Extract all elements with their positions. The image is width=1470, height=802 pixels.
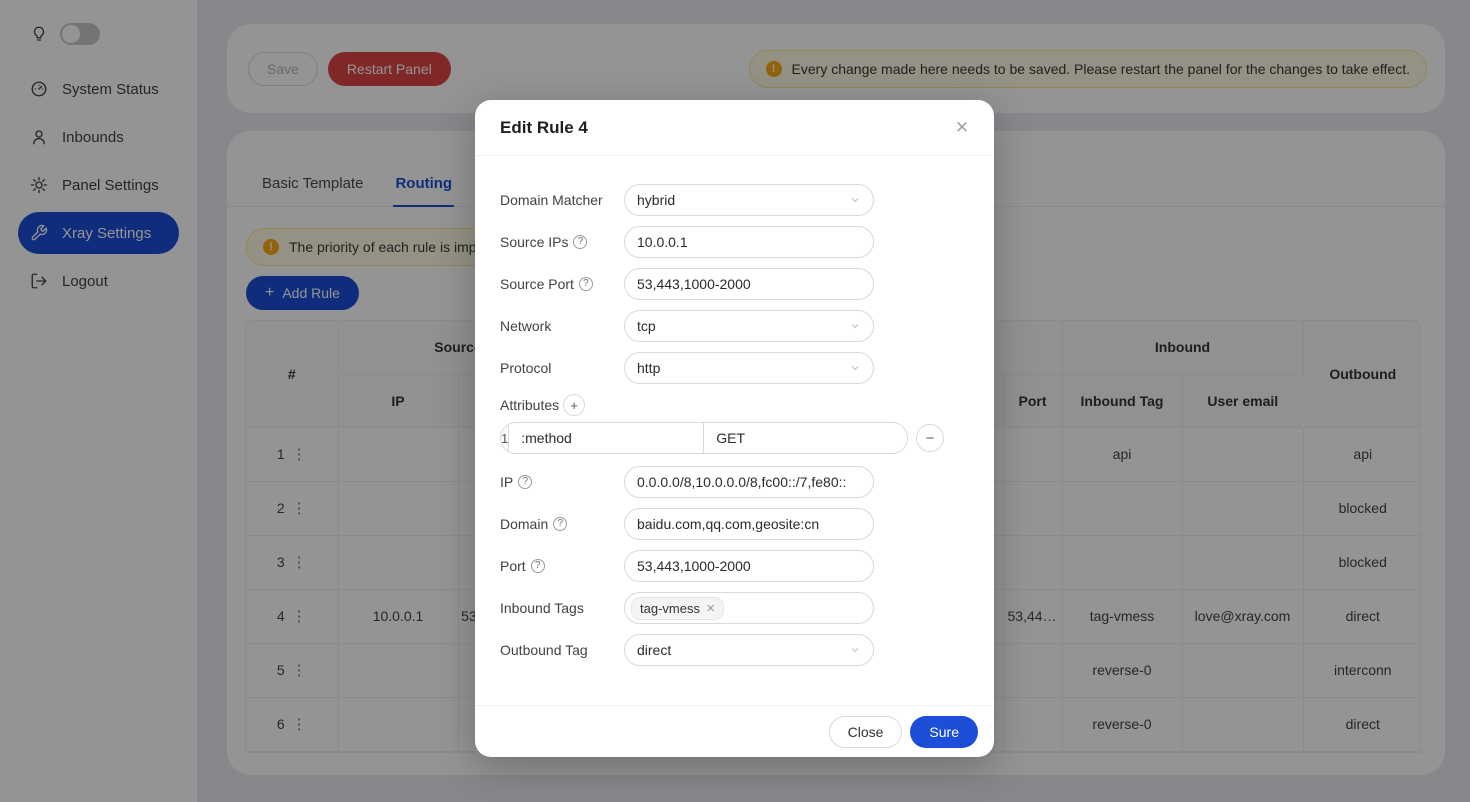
remove-tag-icon[interactable]: ✕: [706, 602, 715, 615]
attribute-group: 1: [500, 422, 908, 454]
protocol-select[interactable]: http: [624, 352, 874, 384]
ip-input[interactable]: [624, 466, 874, 498]
modal-footer: Close Sure: [475, 705, 994, 757]
modal-title: Edit Rule 4: [500, 118, 588, 138]
chevron-down-icon: [849, 194, 861, 206]
field-label-ip: IP?: [500, 474, 624, 490]
chevron-down-icon: [849, 644, 861, 656]
field-label-attributes: Attributes: [500, 397, 559, 413]
field-label-source-port: Source Port?: [500, 276, 624, 292]
help-icon[interactable]: ?: [553, 517, 567, 531]
attribute-row: 1 −: [500, 422, 969, 454]
chevron-down-icon: [849, 362, 861, 374]
domain-input[interactable]: [624, 508, 874, 540]
field-label-source-ips: Source IPs?: [500, 234, 624, 250]
tag-chip: tag-vmess ✕: [631, 597, 724, 620]
close-button[interactable]: Close: [829, 716, 903, 748]
source-port-input[interactable]: [624, 268, 874, 300]
field-label-outbound-tag: Outbound Tag: [500, 642, 624, 658]
modal-body: Domain Matcher hybrid Source IPs? Source…: [475, 156, 994, 705]
modal-header: Edit Rule 4 ✕: [475, 100, 994, 156]
field-label-domain-matcher: Domain Matcher: [500, 192, 624, 208]
port-input[interactable]: [624, 550, 874, 582]
help-icon[interactable]: ?: [531, 559, 545, 573]
field-label-domain: Domain?: [500, 516, 624, 532]
domain-matcher-select[interactable]: hybrid: [624, 184, 874, 216]
attribute-value-input[interactable]: [704, 423, 908, 453]
inbound-tags-input[interactable]: tag-vmess ✕: [624, 592, 874, 624]
outbound-tag-select[interactable]: direct: [624, 634, 874, 666]
close-icon[interactable]: ✕: [950, 118, 974, 138]
attribute-index: 1: [501, 423, 509, 453]
remove-attribute-button[interactable]: −: [916, 424, 944, 452]
sure-button[interactable]: Sure: [910, 716, 978, 748]
edit-rule-modal: Edit Rule 4 ✕ Domain Matcher hybrid Sour…: [475, 100, 994, 757]
chevron-down-icon: [849, 320, 861, 332]
field-label-network: Network: [500, 318, 624, 334]
attribute-key-input[interactable]: [509, 423, 704, 453]
field-label-inbound-tags: Inbound Tags: [500, 600, 624, 616]
add-attribute-button[interactable]: +: [563, 394, 585, 416]
network-select[interactable]: tcp: [624, 310, 874, 342]
source-ips-input[interactable]: [624, 226, 874, 258]
help-icon[interactable]: ?: [518, 475, 532, 489]
field-label-protocol: Protocol: [500, 360, 624, 376]
help-icon[interactable]: ?: [579, 277, 593, 291]
field-label-port: Port?: [500, 558, 624, 574]
help-icon[interactable]: ?: [573, 235, 587, 249]
